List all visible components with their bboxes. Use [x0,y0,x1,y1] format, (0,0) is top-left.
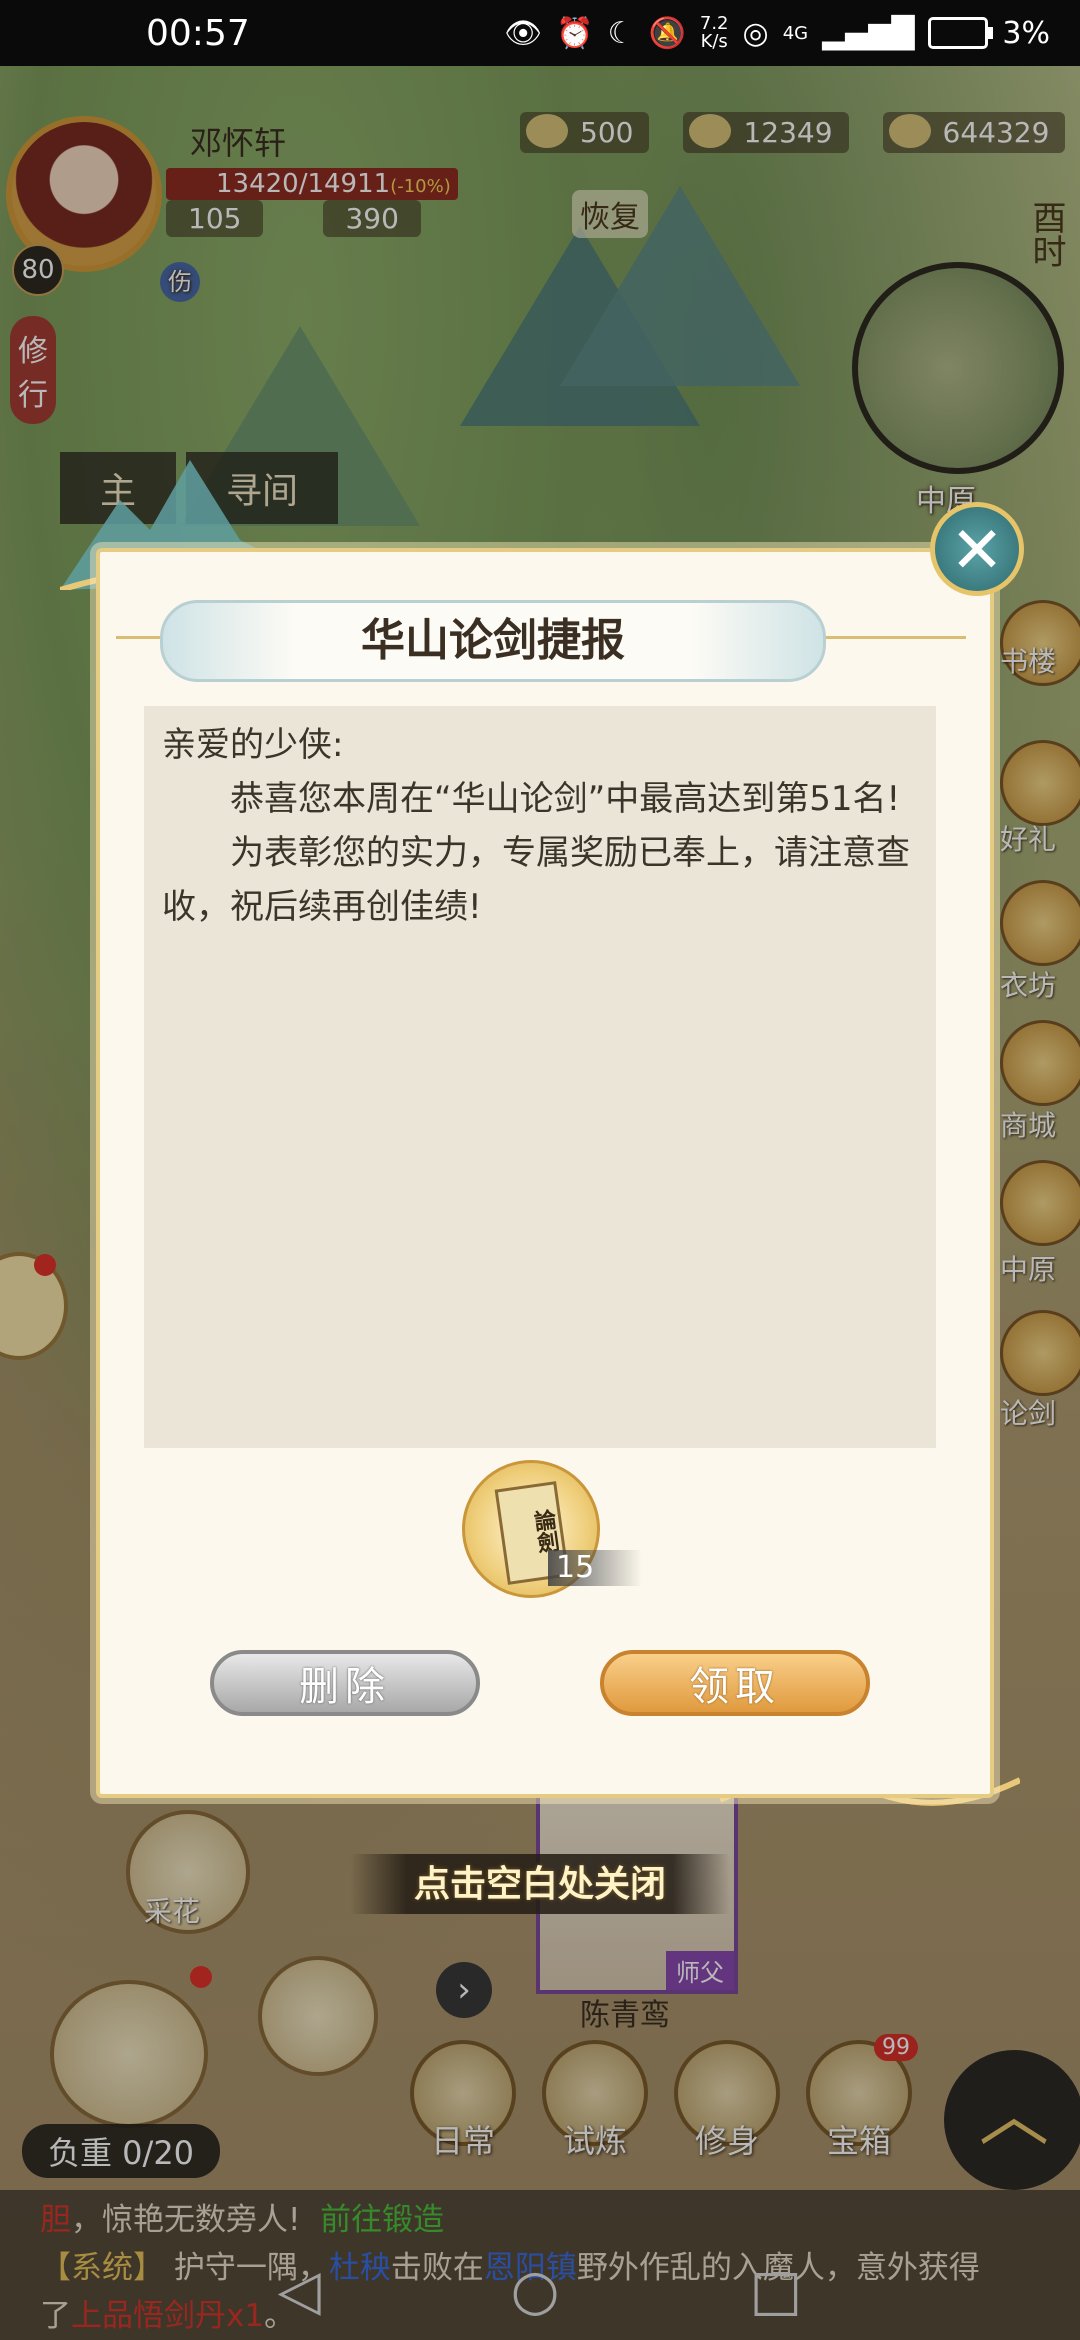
dialog-title: 华山论剑捷报 [160,600,826,682]
status-icons: 👁 ⏰ ☾ 🔕 7.2 K/s ◎ 4G ▂▄▆█ 3% [504,15,1050,51]
network-type: 4G [782,22,809,44]
eye-icon: 👁 [504,15,543,51]
mail-paragraph-2: 为表彰您的实力，专属奖励已奉上，请注意查收，祝后续再创佳绩! [162,833,910,927]
claim-button[interactable]: 领取 [600,1650,870,1716]
reward-count: 15 [548,1550,642,1586]
net-speed: 7.2 K/s [699,13,729,52]
delete-button[interactable]: 删除 [210,1650,480,1716]
mail-greeting: 亲爱的少侠: [162,725,344,765]
status-bar: 00:57 👁 ⏰ ☾ 🔕 7.2 K/s ◎ 4G ▂▄▆█ 3% [0,0,1080,66]
hotspot-icon: ◎ [742,15,769,51]
status-time: 00:57 [146,12,250,54]
battery-level: 3% [1002,15,1050,51]
mute-icon: 🔕 [648,15,686,51]
close-hint: 点击空白处关闭 [350,1854,730,1914]
signal-icon: ▂▄▆█ [822,15,915,51]
alarm-icon: ⏰ [556,15,594,51]
battery-icon [928,17,994,49]
moon-icon: ☾ [607,15,635,51]
mail-content: 亲爱的少侠: 恭喜您本周在“华山论剑”中最高达到第51名! 为表彰您的实力，专属… [144,706,936,1448]
close-icon[interactable]: ✕ [930,502,1024,596]
mail-paragraph-1: 恭喜您本周在“华山论剑”中最高达到第51名! [230,779,901,819]
